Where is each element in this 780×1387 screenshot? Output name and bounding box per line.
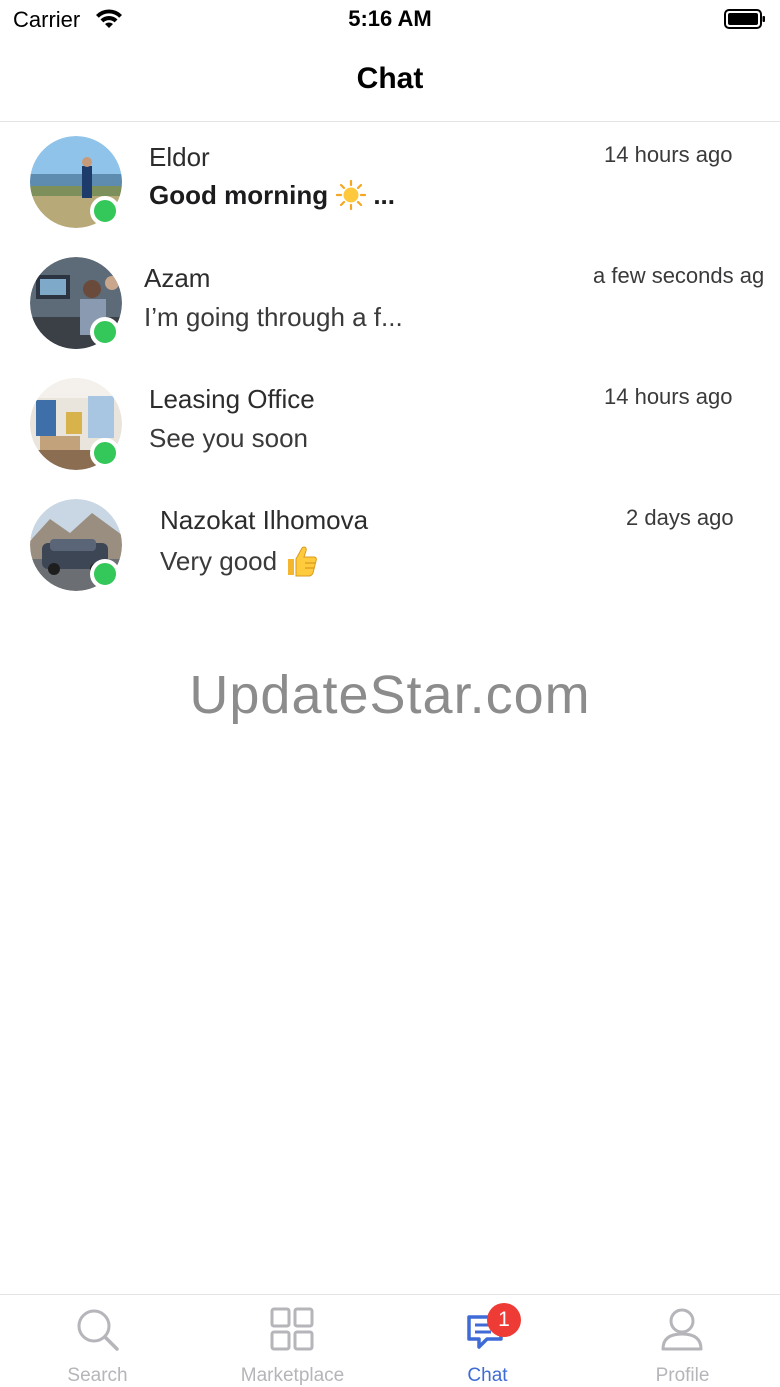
search-icon bbox=[77, 1309, 119, 1351]
chat-row-nazokat-ilhomova[interactable]: Nazokat Ilhomova Very good 2 days ago bbox=[0, 485, 780, 605]
chat-timestamp: 14 hours ago bbox=[604, 384, 733, 409]
navigation-header: Chat bbox=[0, 40, 780, 122]
avatar bbox=[30, 136, 122, 228]
avatar bbox=[30, 257, 122, 349]
chat-row-azam[interactable]: Azam I’m going through a f... a few seco… bbox=[0, 243, 780, 363]
tab-label: Search bbox=[67, 1365, 128, 1386]
status-bar: Carrier 5:16 AM bbox=[0, 0, 780, 40]
tab-profile[interactable]: Profile bbox=[585, 1295, 780, 1387]
unread-badge: 1 bbox=[487, 1303, 521, 1337]
chat-preview: Good morning ... bbox=[149, 180, 395, 211]
chat-name: Azam bbox=[144, 263, 211, 293]
avatar bbox=[30, 499, 122, 591]
avatar bbox=[30, 378, 122, 470]
clock: 5:16 AM bbox=[348, 6, 432, 31]
chat-timestamp: 14 hours ago bbox=[604, 142, 733, 167]
chat-preview: See you soon bbox=[149, 423, 309, 453]
chat-row-leasing-office[interactable]: Leasing Office See you soon 14 hours ago bbox=[0, 364, 780, 484]
chat-screen: Carrier 5:16 AM Chat Eldor Good morning … bbox=[0, 0, 780, 1387]
chat-preview-text: Very good bbox=[160, 546, 278, 576]
thumbs-up-emoji-icon bbox=[288, 546, 317, 577]
chat-preview: Very good bbox=[160, 544, 319, 578]
battery-icon bbox=[724, 9, 765, 29]
profile-icon bbox=[661, 1308, 703, 1351]
chat-timestamp: 2 days ago bbox=[626, 505, 734, 530]
tab-chat[interactable]: 1 Chat bbox=[390, 1295, 585, 1387]
sun-emoji-icon bbox=[336, 180, 367, 210]
watermark: UpdateStar.com bbox=[189, 665, 591, 725]
online-status-dot bbox=[90, 317, 120, 347]
tab-label: Profile bbox=[655, 1365, 710, 1386]
chat-name: Eldor bbox=[149, 142, 210, 172]
online-status-dot bbox=[90, 438, 120, 468]
tab-marketplace[interactable]: Marketplace bbox=[195, 1295, 390, 1387]
chat-name: Nazokat Ilhomova bbox=[160, 505, 369, 535]
tab-label: Marketplace bbox=[240, 1365, 345, 1386]
grid-icon bbox=[270, 1307, 314, 1351]
online-status-dot bbox=[90, 559, 120, 589]
chat-row-eldor[interactable]: Eldor Good morning ... 14 hours ago bbox=[0, 122, 780, 242]
online-status-dot bbox=[90, 196, 120, 226]
page-title: Chat bbox=[356, 62, 424, 95]
tab-label: Chat bbox=[467, 1365, 508, 1386]
chat-timestamp: a few seconds ag bbox=[593, 263, 765, 288]
tab-bar: Search Marketplace 1 Chat Profile bbox=[0, 1294, 780, 1387]
chat-name: Leasing Office bbox=[149, 384, 315, 414]
chat-preview-text: Good morning bbox=[149, 180, 329, 210]
chat-preview: I’m going through a f... bbox=[144, 302, 403, 332]
tab-search[interactable]: Search bbox=[0, 1295, 195, 1387]
chat-preview-ellipsis: ... bbox=[373, 180, 395, 210]
